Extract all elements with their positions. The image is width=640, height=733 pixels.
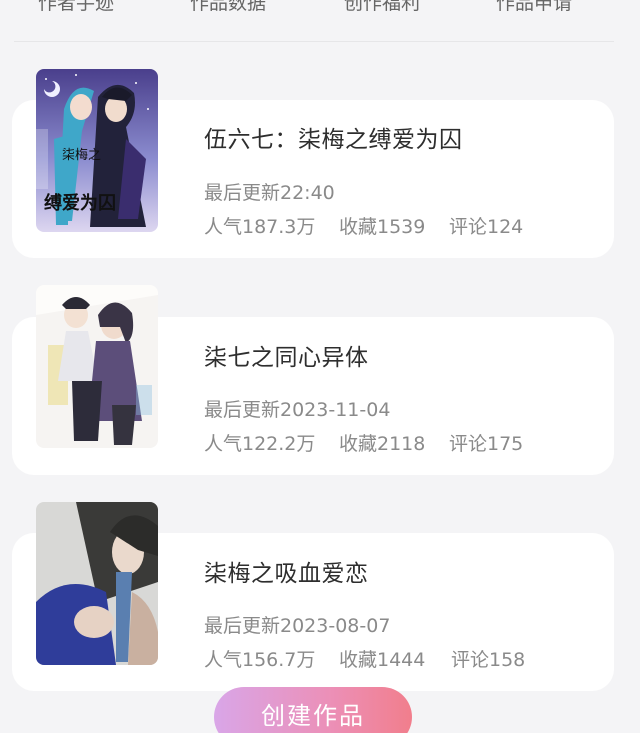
tab-divider [14,41,614,42]
create-work-button[interactable]: 创建作品 [214,687,412,733]
tab-author-notes[interactable]: 作者手迹 [38,0,114,15]
work-title[interactable]: 伍六七：柒梅之缚爱为囚 [204,120,463,154]
tab-creator-benefits[interactable]: 创作福利 [344,0,420,15]
work-updated: 最后更新2023-08-07 [204,615,391,637]
tab-work-application[interactable]: 作品申请 [496,0,572,15]
cover-art-3 [36,502,158,665]
favorites-count: 收藏1539 [339,216,426,238]
work-stats: 人气122.2万 收藏2118 评论175 [204,429,523,456]
comments-count: 评论175 [449,433,524,455]
work-cover-image[interactable] [36,285,158,448]
tab-work-data[interactable]: 作品数据 [190,0,266,15]
work-updated: 最后更新22:40 [204,182,335,204]
cover-art-2 [36,285,158,448]
favorites-count: 收藏2118 [339,433,426,455]
comments-count: 评论124 [449,216,524,238]
work-cover-image[interactable]: 柒梅之 缚爱为囚 [36,69,158,232]
work-stats: 人气187.3万 收藏1539 评论124 [204,212,523,239]
work-title[interactable]: 柒七之同心异体 [204,338,369,372]
work-title[interactable]: 柒梅之吸血爱恋 [204,554,369,588]
favorites-count: 收藏1444 [339,649,426,671]
cover-art-1: 柒梅之 缚爱为囚 [36,69,158,232]
work-stats: 人气156.7万 收藏1444 评论158 [204,645,525,672]
popularity-count: 人气187.3万 [204,216,316,238]
top-tab-bar: 作者手迹 作品数据 创作福利 作品申请 [0,0,640,42]
comments-count: 评论158 [451,649,526,671]
popularity-count: 人气156.7万 [204,649,316,671]
popularity-count: 人气122.2万 [204,433,316,455]
work-updated: 最后更新2023-11-04 [204,399,391,421]
cover-title-text: 缚爱为囚 [44,192,116,214]
cover-title-text: 柒梅之 [62,148,101,163]
work-cover-image[interactable] [36,502,158,665]
